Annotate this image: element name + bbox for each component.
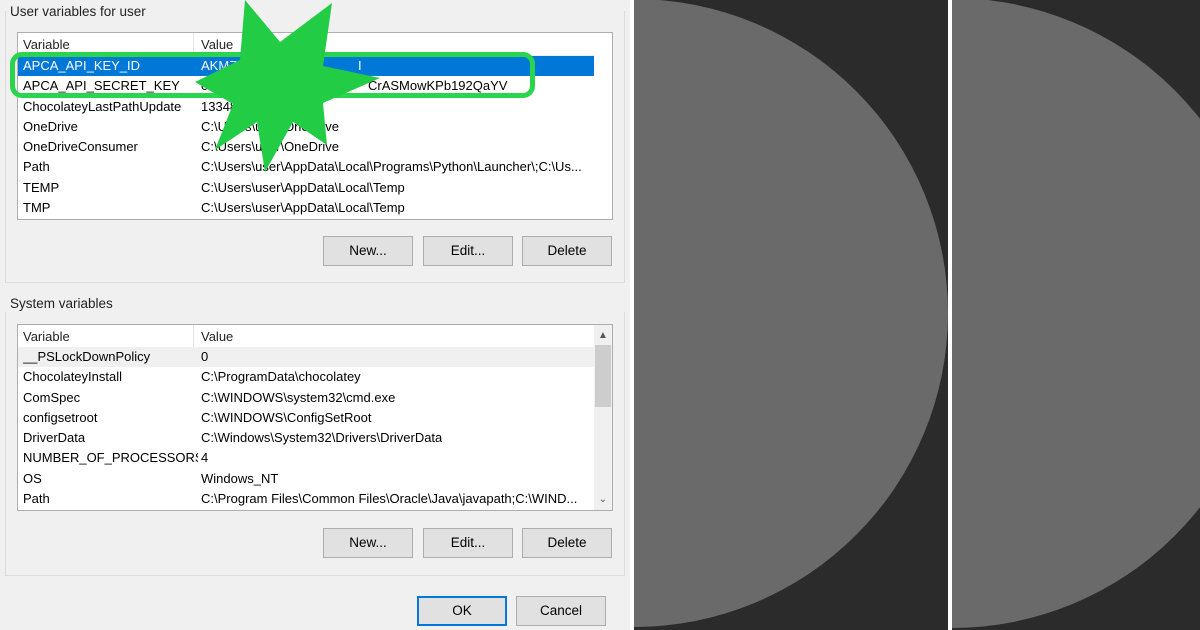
variable-name: Path xyxy=(23,491,50,507)
table-row[interactable]: ChocolateyInstall C:\ProgramData\chocola… xyxy=(18,367,594,387)
table-row[interactable]: NUMBER_OF_PROCESSORS 4 xyxy=(18,448,594,468)
variable-value: C:\Windows\System32\Drivers\DriverData xyxy=(201,430,443,446)
table-row[interactable]: ComSpec C:\WINDOWS\system32\cmd.exe xyxy=(18,388,594,408)
variable-name: ChocolateyLastPathUpdate xyxy=(23,98,182,114)
scroll-thumb[interactable] xyxy=(595,345,611,407)
variable-value: C:\Program Files\Common Files\Oracle\Jav… xyxy=(201,491,578,507)
table-row[interactable]: configsetroot C:\WINDOWS\ConfigSetRoot xyxy=(18,408,594,428)
variable-name: __PSLockDownPolicy xyxy=(23,349,151,364)
variable-value: 0 xyxy=(201,349,209,364)
decorative-panel xyxy=(952,0,1200,630)
environment-variables-dialog: User variables for user Variable Value A… xyxy=(0,0,632,630)
cancel-button[interactable]: Cancel xyxy=(516,596,606,626)
variable-value: C:\Users\user\AppData\Local\Temp xyxy=(201,200,405,216)
chevron-down-icon[interactable]: ⌄ xyxy=(594,491,612,508)
system-edit-button[interactable]: Edit... xyxy=(423,528,513,558)
variable-value: C:\Users\user\AppData\Local\Temp xyxy=(201,179,405,195)
variable-value: Windows_NT xyxy=(201,470,279,486)
ok-button[interactable]: OK xyxy=(417,596,507,626)
system-rows: __PSLockDownPolicy 0 ChocolateyInstall C… xyxy=(18,347,594,509)
variable-name: ChocolateyInstall xyxy=(23,369,122,385)
half-circle-shape xyxy=(634,0,948,627)
decorative-panel xyxy=(634,0,948,630)
user-edit-button[interactable]: Edit... xyxy=(423,236,513,266)
table-row[interactable]: TMP C:\Users\user\AppData\Local\Temp xyxy=(18,198,612,218)
variable-value: C:\ProgramData\chocolatey xyxy=(201,369,361,385)
user-variables-title: User variables for user xyxy=(10,4,150,19)
table-row[interactable]: __PSLockDownPolicy 0 xyxy=(18,347,594,368)
variable-name: TEMP xyxy=(23,179,60,195)
variable-name: OS xyxy=(23,470,42,486)
list-header: Variable Value xyxy=(18,325,594,348)
table-row[interactable]: TEMP C:\Users\user\AppData\Local\Temp xyxy=(18,178,612,198)
variable-value: C:\WINDOWS\ConfigSetRoot xyxy=(201,409,372,425)
variable-value: C:\WINDOWS\system32\cmd.exe xyxy=(201,389,396,405)
variable-name: Path xyxy=(23,159,50,175)
table-row[interactable]: OS Windows_NT xyxy=(18,469,594,489)
variable-name: TMP xyxy=(23,200,51,216)
variable-name: NUMBER_OF_PROCESSORS xyxy=(23,450,198,466)
user-new-button[interactable]: New... xyxy=(323,236,413,266)
variable-value: 4 xyxy=(201,450,209,466)
system-variables-list[interactable]: Variable Value __PSLockDownPolicy 0 Choc… xyxy=(17,324,613,511)
variable-name: DriverData xyxy=(23,430,86,446)
variable-name: ComSpec xyxy=(23,389,81,405)
variable-name: configsetroot xyxy=(23,409,98,425)
table-row[interactable]: Path C:\Program Files\Common Files\Oracl… xyxy=(18,489,594,509)
system-list-scrollbar[interactable]: ▲ ⌄ xyxy=(594,325,612,510)
variable-name: OneDrive xyxy=(23,118,78,134)
column-header-value[interactable]: Value xyxy=(201,325,233,347)
half-circle-shape xyxy=(952,0,1200,628)
system-delete-button[interactable]: Delete xyxy=(522,528,612,558)
table-row[interactable]: DriverData C:\Windows\System32\Drivers\D… xyxy=(18,428,594,448)
system-new-button[interactable]: New... xyxy=(323,528,413,558)
redaction-star-icon xyxy=(195,0,380,172)
user-delete-button[interactable]: Delete xyxy=(522,236,612,266)
variable-name: OneDriveConsumer xyxy=(23,139,138,155)
chevron-up-icon[interactable]: ▲ xyxy=(594,327,612,344)
system-variables-title: System variables xyxy=(10,296,117,311)
column-header-variable[interactable]: Variable xyxy=(23,325,194,347)
